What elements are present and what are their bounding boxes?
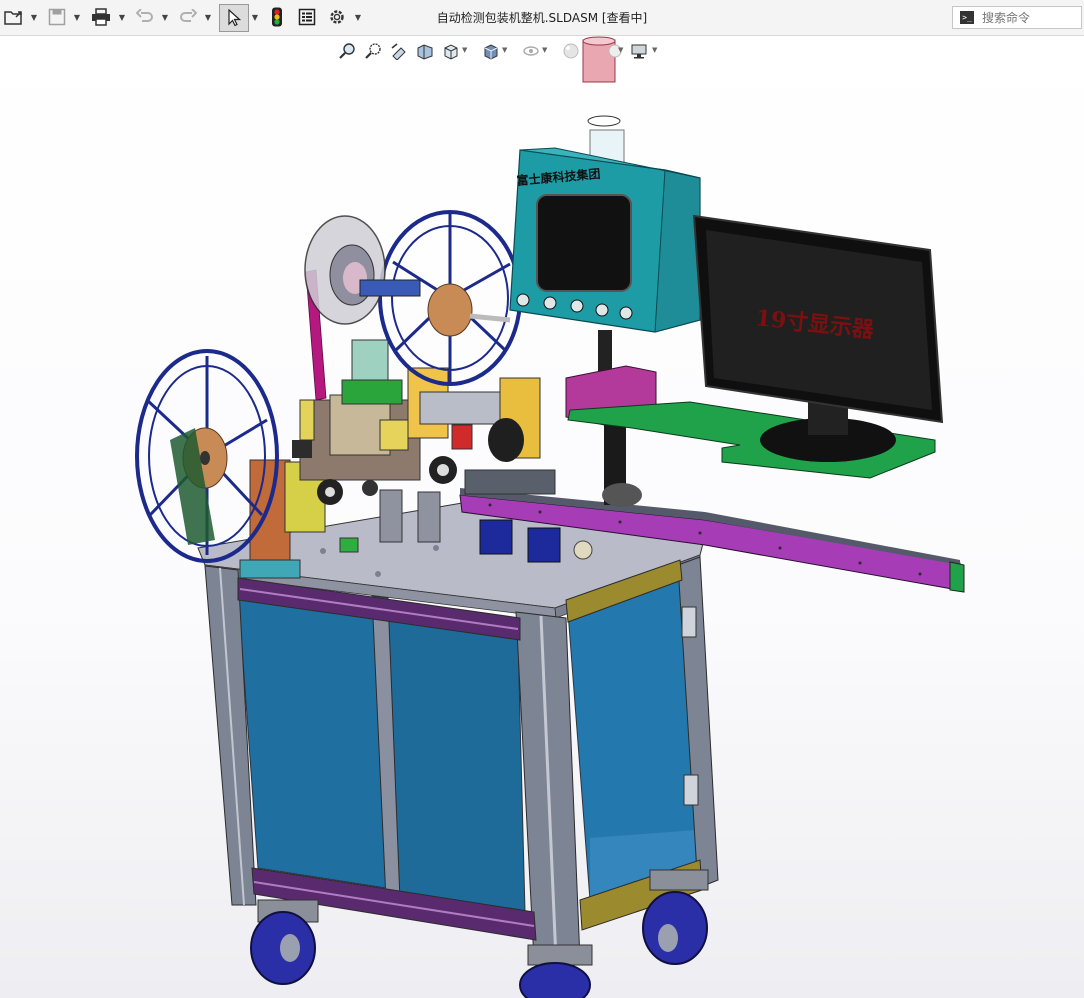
options-button[interactable] <box>325 4 349 30</box>
view-orientation-button[interactable] <box>440 40 462 62</box>
zoom-to-fit-icon <box>339 43 355 59</box>
section-view-button[interactable] <box>414 40 436 62</box>
redo-dropdown-caret[interactable]: ▼ <box>203 10 213 24</box>
undo-button[interactable] <box>133 4 157 30</box>
panel-button[interactable] <box>595 303 609 317</box>
conveyor-pulley[interactable] <box>573 540 593 560</box>
file-properties-button[interactable] <box>295 4 319 30</box>
display-style-dropdown[interactable]: ▼ <box>502 46 507 54</box>
options-dropdown-caret[interactable]: ▼ <box>353 10 363 24</box>
open-button[interactable] <box>2 4 26 30</box>
print-dropdown-caret[interactable]: ▼ <box>117 10 127 24</box>
save-dropdown-caret[interactable]: ▼ <box>72 10 82 24</box>
panel-button[interactable] <box>570 299 584 313</box>
search-input[interactable] <box>980 9 1080 26</box>
zoom-to-area-button[interactable] <box>362 40 384 62</box>
open-folder-icon <box>4 11 22 25</box>
previous-view-icon <box>391 43 406 60</box>
previous-view-button[interactable] <box>388 40 410 62</box>
title-bar: ▼ ▼ ▼ ▼ ▼ ▼ ▼ 自动检测包装机整机.SLDASM [查看中] >_ … <box>0 0 1084 36</box>
panel-button[interactable] <box>516 293 530 307</box>
assembly-model[interactable]: 富士康科技集团 19寸显示器 <box>0 36 1084 998</box>
door-hinge[interactable] <box>683 774 699 806</box>
view-settings-button[interactable] <box>628 40 650 62</box>
command-prompt-icon: >_ <box>960 11 974 24</box>
panel-button[interactable] <box>543 296 557 310</box>
caster-wheel[interactable] <box>519 962 591 998</box>
print-icon <box>92 8 110 26</box>
select-arrow-icon <box>228 9 241 27</box>
view-orientation-icon <box>444 44 458 60</box>
window-title: 自动检测包装机整机.SLDASM [查看中] <box>436 11 648 25</box>
save-button[interactable] <box>45 4 69 30</box>
hide-show-items-icon <box>523 46 539 56</box>
front-left-door-panel[interactable] <box>237 591 387 889</box>
hide-show-items-button[interactable] <box>520 40 542 62</box>
display-style-icon <box>484 44 498 60</box>
print-button[interactable] <box>88 4 114 30</box>
section-view-icon <box>417 44 433 60</box>
caster-wheel[interactable] <box>642 891 708 965</box>
redo-button[interactable] <box>176 4 200 30</box>
hmi-screen[interactable] <box>536 194 632 292</box>
apply-scene-dropdown[interactable]: ▼ <box>618 46 623 54</box>
panel-button[interactable] <box>619 306 633 320</box>
zoom-to-area-icon <box>365 43 381 59</box>
select-dropdown-caret[interactable]: ▼ <box>250 10 260 24</box>
command-search[interactable]: >_ <box>952 6 1082 29</box>
display-style-button[interactable] <box>480 40 502 62</box>
view-orientation-dropdown[interactable]: ▼ <box>462 46 467 54</box>
hide-show-dropdown[interactable]: ▼ <box>542 46 547 54</box>
reel-left[interactable] <box>135 349 279 563</box>
file-properties-icon <box>298 8 316 26</box>
view-settings-dropdown[interactable]: ▼ <box>652 46 657 54</box>
traffic-light-icon <box>272 7 282 27</box>
zoom-to-fit-button[interactable] <box>336 40 358 62</box>
graphics-area[interactable]: 富士康科技集团 19寸显示器 ▼ ▼ ▼ ▼ ▼ <box>0 36 1084 998</box>
edit-appearance-button[interactable] <box>560 40 582 62</box>
rebuild-button[interactable] <box>266 4 288 30</box>
select-button[interactable] <box>219 4 249 32</box>
options-gear-icon <box>330 10 344 24</box>
redo-icon <box>180 9 197 22</box>
door-hinge[interactable] <box>681 606 697 638</box>
front-right-door-panel[interactable] <box>385 614 526 913</box>
view-settings-icon <box>631 44 647 59</box>
open-dropdown-caret[interactable]: ▼ <box>29 10 39 24</box>
undo-icon <box>136 9 153 22</box>
undo-dropdown-caret[interactable]: ▼ <box>160 10 170 24</box>
edit-appearance-icon <box>563 43 579 59</box>
reel-rear[interactable] <box>378 210 522 386</box>
save-icon <box>48 8 66 26</box>
